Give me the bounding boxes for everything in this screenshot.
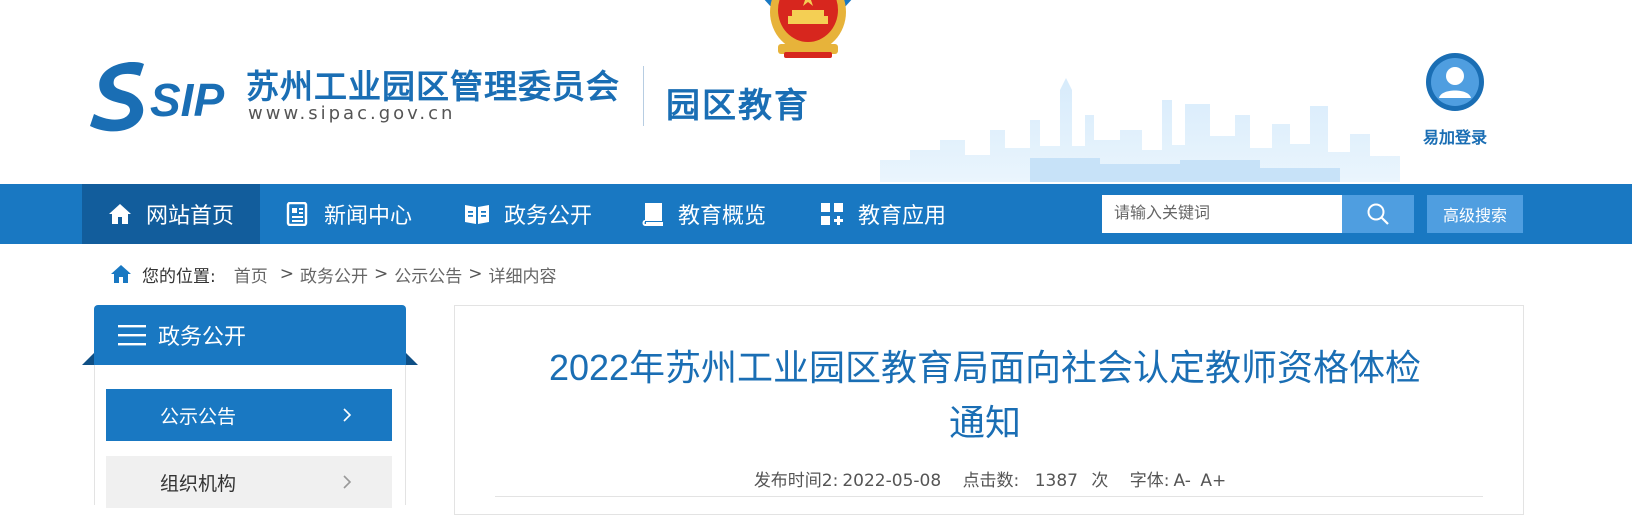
city-skyline-image: [880, 78, 1400, 182]
sidebar-item-organization[interactable]: 组织机构: [106, 456, 392, 508]
sidebar-item-label: 公示公告: [160, 405, 237, 428]
breadcrumb-link[interactable]: 政务公开: [300, 262, 368, 287]
notebook-icon: [642, 203, 663, 226]
nav-item-overview[interactable]: 教育概览: [642, 184, 766, 244]
nav-item-government[interactable]: 政务公开: [464, 184, 592, 244]
book-icon: [465, 205, 489, 224]
sidebar-wing: [406, 353, 418, 365]
login-button[interactable]: 易加登录: [1420, 52, 1490, 148]
sidebar-title: 政务公开: [94, 305, 406, 365]
header-divider: [643, 66, 644, 126]
meta-divider: [495, 496, 1483, 497]
search-icon: [1367, 203, 1389, 225]
breadcrumb-link[interactable]: 公示公告: [394, 262, 462, 287]
breadcrumb-separator: >: [373, 264, 389, 284]
section-name: 园区教育: [666, 86, 810, 126]
nav-item-news[interactable]: 新闻中心: [286, 184, 412, 244]
article-meta: 发布时间2: 2022-05-08 点击数: 1387 次 字体: A- A+: [455, 466, 1525, 491]
advanced-search-button[interactable]: 高级搜索: [1427, 195, 1523, 233]
publish-date: 2022-05-08: [842, 471, 942, 491]
breadcrumb-current: 详细内容: [488, 266, 557, 287]
home-icon: [108, 204, 131, 224]
breadcrumb-separator: >: [279, 264, 294, 284]
nav-item-label: 网站首页: [145, 204, 234, 229]
sidebar-item-label: 组织机构: [160, 472, 237, 495]
font-larger-button[interactable]: A+: [1200, 471, 1226, 491]
font-smaller-button[interactable]: A-: [1174, 471, 1191, 491]
sidebar-title-label: 政务公开: [158, 325, 247, 350]
article-panel: 2022年苏州工业园区教育局面向社会认定教师资格体检通知 发布时间2: 2022-…: [454, 305, 1524, 515]
breadcrumb: 您的位置: 首页 > 政务公开 > 公示公告 > 详细内容: [110, 262, 557, 287]
sidebar-wing: [82, 353, 94, 365]
nav-item-label: 教育应用: [858, 204, 947, 229]
publish-label: 发布时间2:: [753, 471, 839, 491]
org-url: www.sipac.gov.cn: [248, 103, 456, 124]
sidebar-item-announcements[interactable]: 公示公告: [106, 389, 392, 441]
breadcrumb-separator: >: [468, 264, 483, 284]
user-avatar-icon: [1426, 53, 1484, 111]
national-emblem-icon: [764, 0, 852, 58]
clicks-unit: 次: [1091, 471, 1109, 491]
chevron-right-icon: [343, 475, 352, 489]
sip-logo[interactable]: SIP: [86, 56, 236, 136]
clicks-label: 点击数:: [962, 471, 1020, 491]
login-label: 易加登录: [1422, 128, 1487, 147]
sidebar: 政务公开 公示公告 组织机构: [82, 305, 418, 508]
search-input[interactable]: [1102, 195, 1342, 233]
nav-item-home[interactable]: 网站首页: [82, 184, 260, 244]
logo-text: SIP: [150, 74, 224, 126]
site-header: SIP 苏州工业园区管理委员会 www.sipac.gov.cn 园区教育 易加…: [0, 0, 1632, 182]
breadcrumb-label: 您的位置:: [142, 266, 216, 287]
menu-icon: [118, 325, 146, 346]
nav-item-label: 政务公开: [504, 204, 593, 229]
clicks-count: 1387: [1034, 471, 1078, 491]
search-button[interactable]: [1342, 195, 1414, 233]
nav-item-apps[interactable]: 教育应用: [820, 184, 946, 244]
home-icon: [111, 265, 131, 283]
chevron-right-icon: [343, 408, 352, 422]
news-icon: [286, 202, 308, 226]
apps-icon: [821, 203, 843, 225]
nav-item-label: 新闻中心: [324, 204, 413, 229]
article-title: 2022年苏州工业园区教育局面向社会认定教师资格体检通知: [548, 347, 1422, 443]
breadcrumb-link[interactable]: 首页: [234, 262, 268, 287]
font-label: 字体:: [1129, 471, 1170, 491]
nav-item-label: 教育概览: [678, 204, 767, 229]
org-name: 苏州工业园区管理委员会: [246, 67, 620, 106]
